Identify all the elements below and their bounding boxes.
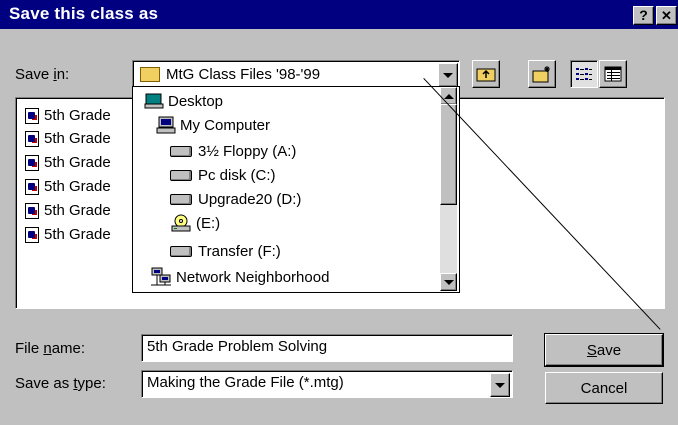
scroll-thumb[interactable] — [440, 104, 457, 205]
details-view-button[interactable] — [599, 60, 627, 88]
dropdown-item-desktop[interactable]: Desktop — [144, 90, 223, 112]
help-button[interactable]: ? — [633, 6, 654, 25]
list-view-icon — [576, 68, 592, 80]
file-name-input[interactable]: 5th Grade Problem Solving — [141, 334, 513, 362]
save-as-type-value: Making the Grade File (*.mtg) — [147, 374, 344, 391]
save-as-type-label: Save as type: — [15, 375, 106, 392]
computer-icon — [156, 116, 176, 134]
dropdown-item-my-computer[interactable]: My Computer — [156, 114, 270, 136]
scroll-down-button[interactable] — [440, 273, 457, 291]
hard-drive-icon — [170, 193, 192, 205]
dropdown-item-cd-e[interactable]: (E:) — [170, 212, 220, 234]
details-view-icon — [604, 66, 622, 82]
new-folder-button[interactable] — [528, 60, 556, 88]
file-name-label: File name: — [15, 340, 86, 357]
mtg-file-icon — [25, 226, 39, 243]
up-folder-icon — [476, 68, 496, 82]
dropdown-item-floppy-a[interactable]: 3½ Floppy (A:) — [170, 140, 296, 162]
new-folder-icon — [532, 66, 550, 83]
save-button[interactable]: Save — [545, 334, 663, 366]
file-name-value: 5th Grade Problem Solving — [147, 338, 328, 355]
mtg-file-icon — [25, 154, 39, 171]
mtg-file-icon — [25, 202, 39, 219]
save-button-frame: Save — [544, 333, 664, 367]
list-item[interactable]: 5th Grade — [25, 200, 111, 221]
mtg-file-icon — [25, 130, 39, 147]
mtg-file-icon — [25, 178, 39, 195]
save-in-current: MtG Class Files '98-'99 — [140, 63, 320, 85]
chevron-down-icon — [443, 72, 453, 78]
arrow-down-icon — [443, 279, 454, 285]
save-as-type-dropdown-button[interactable] — [490, 373, 510, 397]
dropdown-item-network[interactable]: Network Neighborhood — [150, 266, 329, 288]
hard-drive-icon — [170, 169, 192, 181]
list-item[interactable]: 5th Grade — [25, 128, 111, 149]
up-one-level-button[interactable] — [472, 60, 500, 88]
floppy-drive-icon — [170, 145, 192, 157]
save-in-label: Save in: — [15, 66, 70, 83]
scroll-up-button[interactable] — [440, 87, 457, 105]
arrow-up-icon — [443, 93, 454, 99]
close-icon: ✕ — [661, 8, 672, 23]
list-item[interactable]: 5th Grade — [25, 224, 111, 245]
window-title: Save this class as — [9, 4, 159, 23]
open-folder-icon — [140, 66, 160, 82]
desktop-icon — [144, 93, 164, 109]
chevron-down-icon — [495, 382, 505, 388]
close-button[interactable]: ✕ — [656, 6, 677, 25]
save-in-dropdown-button[interactable] — [438, 63, 458, 87]
list-item[interactable]: 5th Grade — [25, 176, 111, 197]
network-icon — [151, 267, 171, 286]
cd-drive-icon — [171, 214, 191, 232]
list-item[interactable]: 5th Grade — [25, 152, 111, 173]
dropdown-item-transfer-f[interactable]: Transfer (F:) — [170, 240, 281, 262]
dropdown-item-disk-c[interactable]: Pc disk (C:) — [170, 164, 276, 186]
list-item[interactable]: 5th Grade — [25, 105, 111, 126]
list-view-button[interactable] — [570, 60, 598, 88]
mtg-file-icon — [25, 107, 39, 124]
hard-drive-icon — [170, 245, 192, 257]
cancel-button[interactable]: Cancel — [545, 372, 663, 404]
dropdown-item-disk-d[interactable]: Upgrade20 (D:) — [170, 188, 301, 210]
save-as-type-select[interactable]: Making the Grade File (*.mtg) — [141, 370, 513, 398]
